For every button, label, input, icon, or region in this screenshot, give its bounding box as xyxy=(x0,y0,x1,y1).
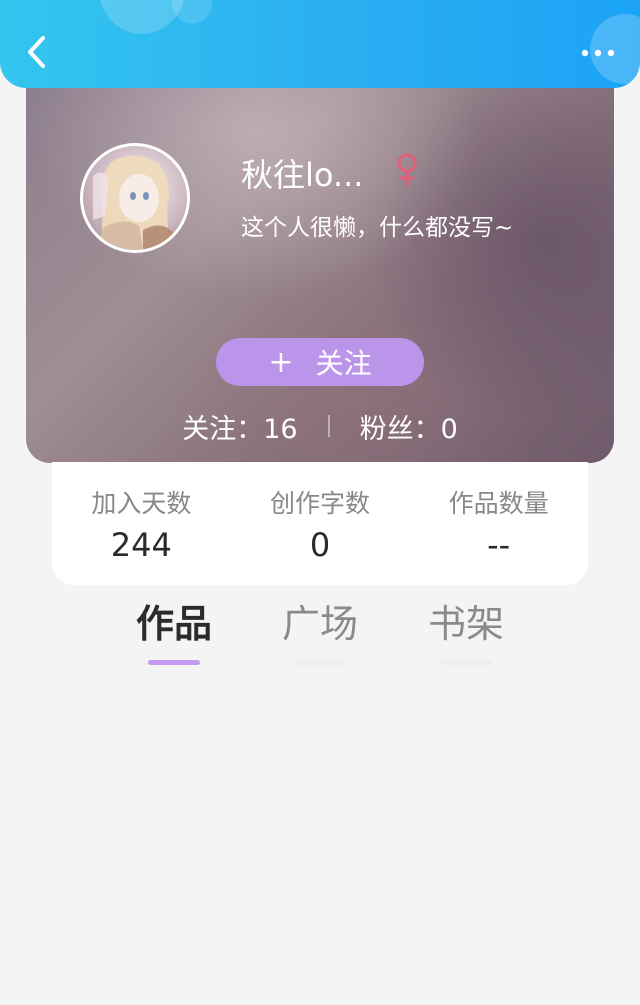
tab-label: 广场 xyxy=(281,602,358,646)
stat-value: 0 xyxy=(309,526,331,564)
avatar-illustration xyxy=(93,155,173,250)
stat-label: 作品数量 xyxy=(448,489,549,518)
stat-join-days: 加入天数 244 xyxy=(52,462,231,585)
stat-value: 244 xyxy=(110,526,172,564)
tab-works[interactable]: 作品 xyxy=(114,598,234,668)
following-count[interactable]: 关注：16 xyxy=(182,407,297,446)
follow-button[interactable]: + 关注 xyxy=(216,338,424,386)
divider xyxy=(327,415,330,437)
followers-count[interactable]: 粉丝：0 xyxy=(360,407,458,446)
more-horizontal-icon xyxy=(581,49,615,57)
tab-indicator xyxy=(440,660,492,665)
follow-counts: 关注：16 粉丝：0 xyxy=(26,407,614,446)
stat-word-count: 创作字数 0 xyxy=(231,462,410,585)
female-icon xyxy=(397,153,417,186)
nickname: 秋往lo... xyxy=(241,156,364,194)
tab-label: 书架 xyxy=(427,602,504,646)
tab-indicator xyxy=(294,660,346,665)
user-bio: 这个人很懒，什么都没写~ xyxy=(241,215,514,241)
more-options-button[interactable] xyxy=(578,38,618,68)
stat-label: 创作字数 xyxy=(270,489,371,518)
plus-icon: + xyxy=(268,344,294,380)
tab-label: 作品 xyxy=(135,602,212,646)
profile-tabs: 作品 广场 书架 xyxy=(100,598,540,668)
tab-square[interactable]: 广场 xyxy=(260,598,380,668)
avatar[interactable] xyxy=(80,143,190,253)
follow-button-label: 关注 xyxy=(315,347,372,380)
top-bar xyxy=(0,0,640,88)
stat-works-count: 作品数量 -- xyxy=(409,462,588,585)
tab-bookshelf[interactable]: 书架 xyxy=(406,598,526,668)
stats-card: 加入天数 244 创作字数 0 作品数量 -- xyxy=(52,462,588,585)
tab-indicator xyxy=(148,660,200,665)
stat-value: -- xyxy=(487,526,511,564)
chevron-left-icon xyxy=(28,36,45,68)
decorative-bubble xyxy=(172,0,212,24)
user-profile-page: 秋往lo... 这个人很懒，什么都没写~ + 关注 关注：16 粉丝：0 加入天… xyxy=(0,0,640,1005)
back-button[interactable] xyxy=(18,32,54,72)
stat-label: 加入天数 xyxy=(91,489,192,518)
profile-header-card: 秋往lo... 这个人很懒，什么都没写~ + 关注 关注：16 粉丝：0 xyxy=(26,70,614,463)
